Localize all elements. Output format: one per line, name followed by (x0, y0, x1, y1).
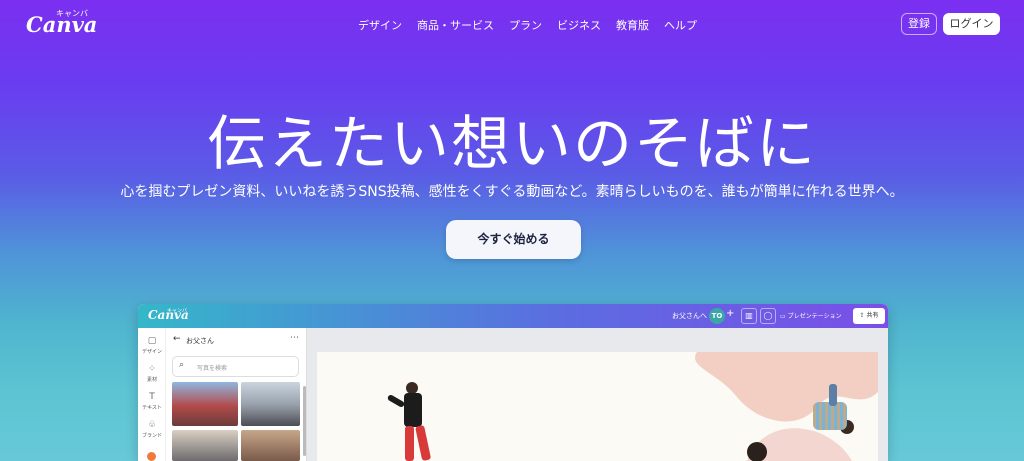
login-button[interactable]: ログイン (943, 13, 1000, 35)
hero-subtitle: 心を掴むプレゼン資料、いいねを誘うSNS投稿、感性をくすぐる動画など。素晴らしい… (120, 184, 904, 200)
rail-label: ブランド (141, 433, 162, 439)
elements-icon: ⁘ (148, 364, 156, 374)
nav-link-education[interactable]: 教育版 (616, 17, 649, 33)
start-now-button[interactable]: 今すぐ始める (446, 220, 581, 259)
chart-icon[interactable]: ▥ (741, 308, 757, 324)
editor-preview: Canva キャンバ お父さんへ TO + ▥ ◯ ▭ プレゼンテーション ⇪ … (138, 304, 888, 461)
nav-link-plans[interactable]: プラン (509, 17, 542, 33)
dancing-person (387, 382, 431, 461)
add-collaborator-icon[interactable]: + (726, 308, 734, 319)
photo-search-input[interactable]: ⌕ 写真を検索 (172, 356, 299, 377)
rail-label: テキスト (142, 405, 162, 411)
photos-panel: ← お父さん ⋯ ⌕ 写真を検索 (166, 328, 307, 461)
editor-side-rail: ▢ デザイン ⁘ 素材 T テキスト ♧ ブランド (138, 328, 166, 461)
rail-label: デザイン (141, 349, 162, 355)
slide-page[interactable] (317, 352, 878, 461)
slide-artwork (387, 352, 878, 461)
rail-item-elements[interactable]: ⁘ 素材 (138, 364, 166, 383)
photo-thumbnail[interactable] (172, 382, 238, 426)
nav-link-business[interactable]: ビジネス (557, 17, 601, 33)
brand-icon: ♧ (147, 420, 157, 430)
hero-title: 伝えたい想いのそばに (206, 109, 817, 178)
panel-title: お父さん (186, 337, 214, 345)
photo-thumbnail[interactable] (241, 382, 300, 426)
photo-thumbnail[interactable] (172, 430, 238, 461)
logo-kana: キャンバ (56, 9, 88, 18)
design-icon: ▢ (147, 336, 157, 346)
rail-item-design[interactable]: ▢ デザイン (138, 336, 166, 355)
present-button[interactable]: ▭ プレゼンテーション (780, 311, 841, 320)
share-button[interactable]: ⇪ 共有 (853, 308, 885, 324)
rail-item-text[interactable]: T テキスト (138, 392, 166, 411)
signup-button[interactable]: 登録 (901, 13, 937, 35)
peach-shape (695, 352, 878, 422)
editor-logo-kana: キャンバ (167, 308, 188, 314)
nav-link-design[interactable]: デザイン (358, 17, 402, 33)
nav-links: デザイン 商品・サービス プラン ビジネス 教育版 ヘルプ (358, 17, 697, 33)
photo-thumbnail[interactable] (241, 430, 300, 461)
rail-label: 素材 (146, 377, 157, 383)
nav-link-help[interactable]: ヘルプ (664, 17, 697, 33)
present-label: プレゼンテーション (787, 313, 842, 320)
avatar[interactable]: TO (709, 308, 725, 324)
text-icon: T (149, 392, 155, 402)
panel-scrollbar[interactable] (303, 386, 306, 456)
search-placeholder: 写真を検索 (197, 365, 228, 372)
editor-topbar: Canva キャンバ お父さんへ TO + ▥ ◯ ▭ プレゼンテーション ⇪ … (138, 304, 888, 328)
more-options-icon[interactable]: ⋯ (290, 333, 299, 343)
apps-icon[interactable] (147, 452, 156, 461)
nav-link-products[interactable]: 商品・サービス (417, 17, 494, 33)
comment-icon[interactable]: ◯ (760, 308, 776, 324)
editor-canvas (307, 328, 888, 461)
back-arrow-icon[interactable]: ← (173, 334, 181, 344)
rail-item-brand[interactable]: ♧ ブランド (138, 420, 166, 439)
top-nav: Canva キャンバ デザイン 商品・サービス プラン ビジネス 教育版 ヘルプ… (0, 0, 1024, 48)
search-icon: ⌕ (179, 360, 185, 370)
document-name[interactable]: お父さんへ (672, 311, 707, 321)
share-label: 共有 (866, 312, 879, 319)
